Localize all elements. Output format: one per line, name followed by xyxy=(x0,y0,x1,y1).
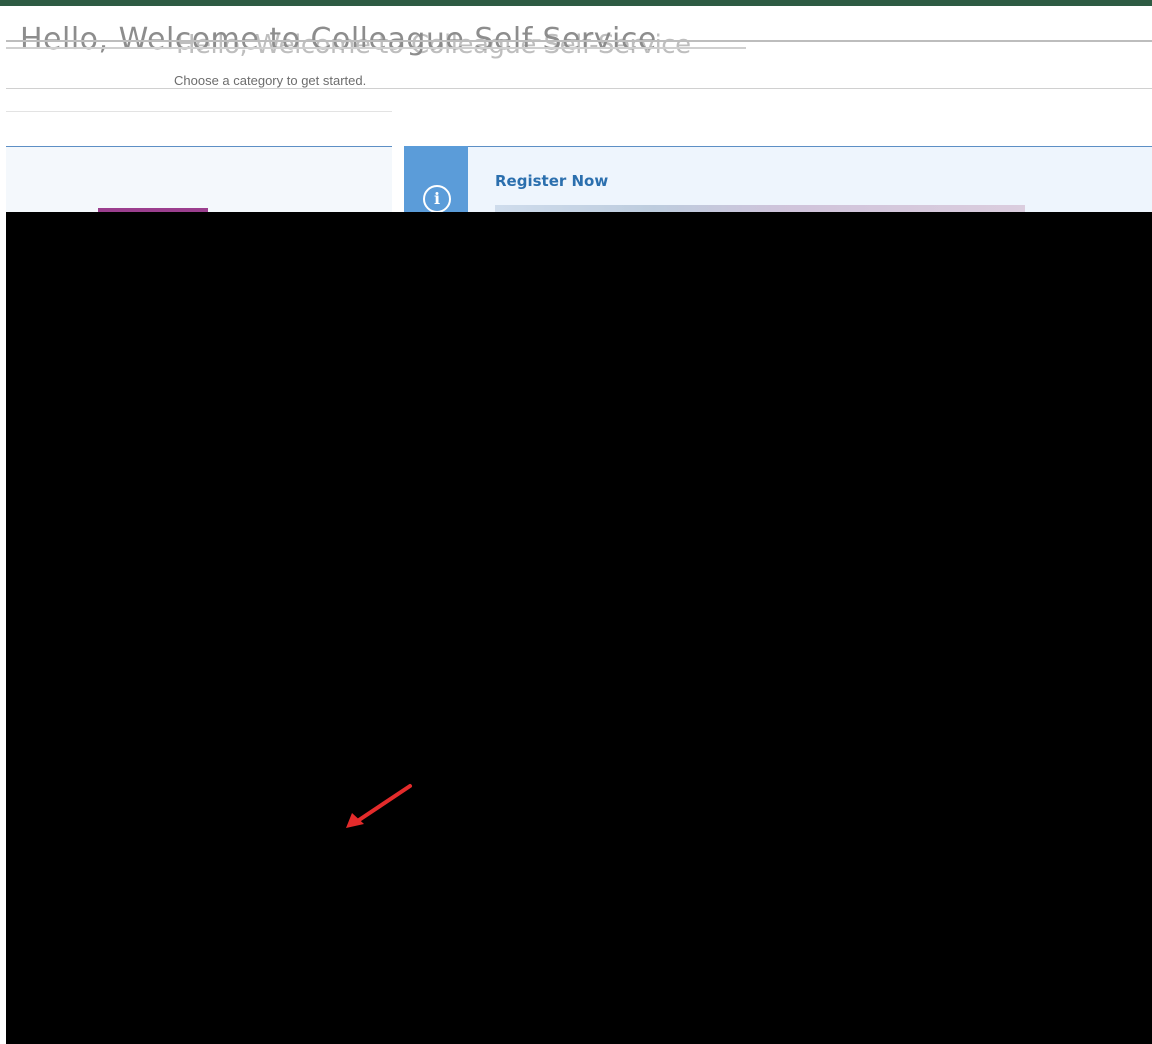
info-icon: i xyxy=(423,185,451,213)
page-title-ghost: Hello, Welcome to Colleague Self-Service xyxy=(176,30,691,60)
arrow-icon xyxy=(346,784,412,828)
title-smear-line xyxy=(6,40,1152,42)
redacted-content-area xyxy=(6,212,1152,1044)
page-subtitle: Choose a category to get started. xyxy=(174,73,367,88)
subtitle-smear-line xyxy=(6,88,1152,89)
title-smear-line-2 xyxy=(6,47,746,49)
register-notice-title[interactable]: Register Now xyxy=(495,172,608,190)
header-divider xyxy=(6,111,392,112)
brand-top-bar xyxy=(0,0,1152,6)
category-panel xyxy=(6,146,392,212)
